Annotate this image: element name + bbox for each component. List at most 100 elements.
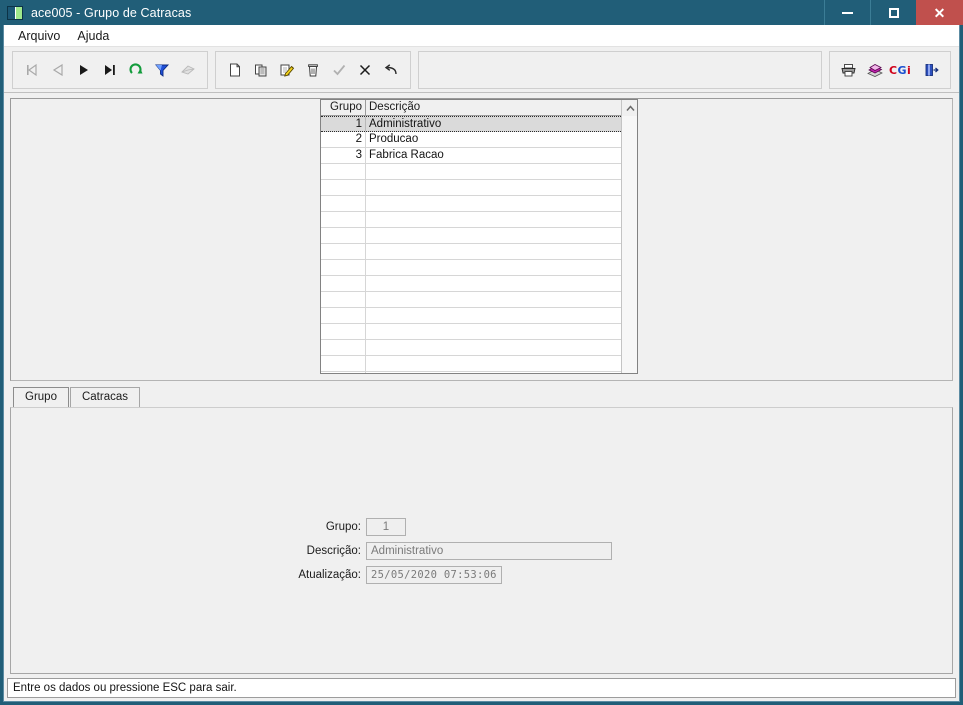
grupo-field[interactable]: 1 <box>366 518 406 536</box>
next-record-icon <box>80 64 88 75</box>
confirm-button[interactable] <box>326 55 352 85</box>
cancel-button[interactable] <box>352 55 378 85</box>
edit-pencil-icon <box>280 64 295 77</box>
trash-icon <box>308 63 318 76</box>
close-icon: ✕ <box>933 4 946 21</box>
title-bar: ace005 - Grupo de Catracas ✕ <box>0 0 963 25</box>
menu-arquivo[interactable]: Arquivo <box>10 27 69 45</box>
table-row[interactable]: 2 Producao <box>321 132 621 148</box>
cell-grupo: 2 <box>321 132 366 147</box>
help-book-button[interactable] <box>862 55 888 85</box>
table-row[interactable]: 1 Administrativo <box>321 116 621 132</box>
window-controls: ✕ <box>824 0 963 25</box>
records-grid[interactable]: Grupo Descrição 1 Administrativo 2 Produ… <box>320 99 638 374</box>
window-title: ace005 - Grupo de Catracas <box>31 5 192 20</box>
maximize-icon <box>888 7 899 18</box>
last-record-button[interactable] <box>97 55 123 85</box>
table-row-empty[interactable] <box>321 244 621 260</box>
scrollbar-track[interactable] <box>622 116 637 373</box>
book-icon <box>867 63 883 77</box>
table-row-empty[interactable] <box>321 260 621 276</box>
cell-grupo: 3 <box>321 148 366 163</box>
table-row-empty[interactable] <box>321 292 621 308</box>
new-record-button[interactable] <box>222 55 248 85</box>
clear-filter-icon <box>181 64 195 75</box>
descricao-label: Descrição: <box>306 545 361 557</box>
cell-descricao: Fabrica Racao <box>369 149 444 161</box>
atualizacao-field[interactable]: 25/05/2020 07:53:06 <box>366 566 502 584</box>
clear-filter-button[interactable] <box>175 55 201 85</box>
previous-record-button[interactable] <box>45 55 71 85</box>
grid-vertical-scrollbar[interactable] <box>621 100 637 373</box>
grupo-label: Grupo: <box>325 521 361 533</box>
svg-text:G: G <box>898 64 907 77</box>
filter-button[interactable] <box>149 55 175 85</box>
column-header-grupo[interactable]: Grupo <box>321 100 366 115</box>
cgi-logo-button[interactable]: C G i <box>888 55 918 85</box>
table-row-empty[interactable] <box>321 180 621 196</box>
checkmark-icon <box>333 64 346 75</box>
exit-door-icon <box>925 63 939 76</box>
grid-columns: Grupo Descrição 1 Administrativo 2 Produ… <box>321 100 621 373</box>
status-bar-wrapper: Entre os dados ou pressione ESC para sai… <box>4 674 959 701</box>
toolbar: C G i <box>4 47 959 93</box>
grid-inner: Grupo Descrição 1 Administrativo 2 Produ… <box>321 100 637 373</box>
next-record-button[interactable] <box>71 55 97 85</box>
close-button[interactable]: ✕ <box>916 0 963 25</box>
table-row-empty[interactable] <box>321 196 621 212</box>
descricao-field-row: Descrição: Administrativo <box>279 542 612 560</box>
grid-body: 1 Administrativo 2 Producao 3 Fabrica Ra… <box>321 116 621 373</box>
record-actions-group <box>215 50 411 89</box>
copy-icon <box>255 64 267 76</box>
last-record-icon <box>105 64 115 75</box>
grupo-field-row: Grupo: 1 <box>279 518 406 536</box>
new-document-icon <box>230 63 240 76</box>
tab-strip: Grupo Catracas <box>4 386 959 407</box>
filter-funnel-icon <box>155 64 170 77</box>
undo-arrow-icon <box>384 63 397 74</box>
table-row-empty[interactable] <box>321 228 621 244</box>
table-row-empty[interactable] <box>321 356 621 372</box>
refresh-icon <box>129 62 143 74</box>
table-row[interactable]: 3 Fabrica Racao <box>321 148 621 164</box>
maximize-button[interactable] <box>870 0 916 25</box>
client-area: Arquivo Ajuda C G i Grupo Descrição 1 Ad… <box>3 25 960 702</box>
cgi-logo-icon: C G i <box>889 64 911 77</box>
utility-group: C G i <box>829 50 951 89</box>
cell-descricao: Producao <box>369 133 419 145</box>
printer-icon <box>841 63 856 76</box>
atualizacao-field-row: Atualização: 25/05/2020 07:53:06 <box>279 566 502 584</box>
exit-button[interactable] <box>918 55 944 85</box>
table-row-empty[interactable] <box>321 276 621 292</box>
table-row-empty[interactable] <box>321 372 621 373</box>
table-row-empty[interactable] <box>321 212 621 228</box>
refresh-button[interactable] <box>123 55 149 85</box>
table-row-empty[interactable] <box>321 324 621 340</box>
first-record-icon <box>27 63 37 76</box>
table-row-empty[interactable] <box>321 340 621 356</box>
table-row-empty[interactable] <box>321 164 621 180</box>
first-record-button[interactable] <box>19 55 45 85</box>
form-panel: Grupo: 1 Descrição: Administrativo Atual… <box>10 407 953 674</box>
previous-record-icon <box>52 63 63 76</box>
cell-grupo: 1 <box>321 117 366 131</box>
undo-button[interactable] <box>378 55 404 85</box>
menu-ajuda[interactable]: Ajuda <box>69 27 118 45</box>
minimize-button[interactable] <box>824 0 870 25</box>
descricao-field[interactable]: Administrativo <box>366 542 612 560</box>
delete-record-button[interactable] <box>300 55 326 85</box>
print-button[interactable] <box>836 55 862 85</box>
column-header-descricao[interactable]: Descrição <box>366 100 621 115</box>
status-bar: Entre os dados ou pressione ESC para sai… <box>7 678 956 698</box>
atualizacao-label: Atualização: <box>298 569 361 581</box>
tab-catracas[interactable]: Catracas <box>69 387 140 407</box>
cell-descricao: Administrativo <box>369 118 442 130</box>
table-row-empty[interactable] <box>321 308 621 324</box>
tab-grupo[interactable]: Grupo <box>13 387 69 407</box>
scroll-up-icon <box>625 104 635 111</box>
copy-record-button[interactable] <box>248 55 274 85</box>
edit-record-button[interactable] <box>274 55 300 85</box>
grid-panel: Grupo Descrição 1 Administrativo 2 Produ… <box>10 98 953 381</box>
app-icon <box>7 5 23 20</box>
scroll-up-button[interactable] <box>622 100 637 116</box>
